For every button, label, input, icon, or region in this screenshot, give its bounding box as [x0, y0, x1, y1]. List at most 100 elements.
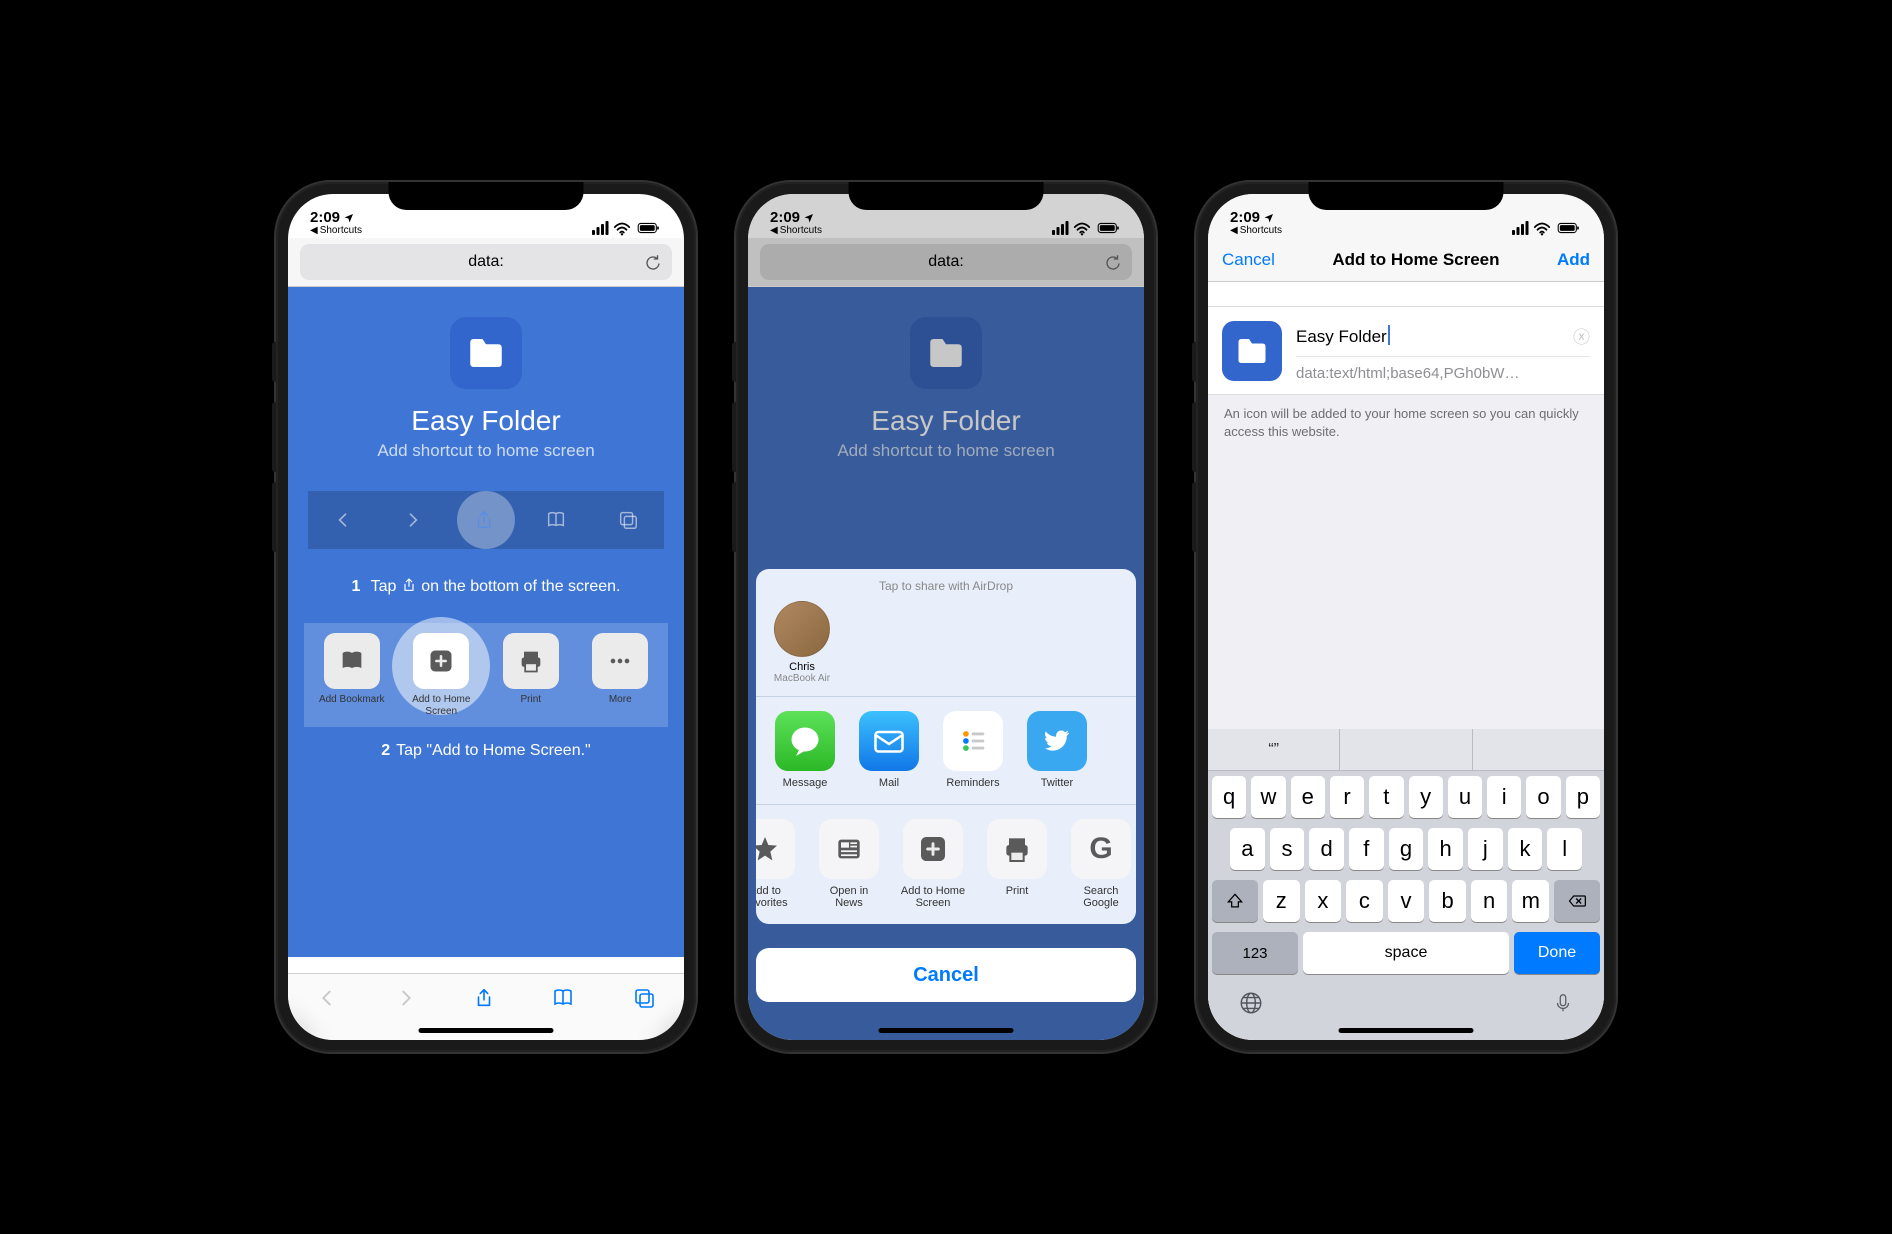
shortcut-name-input[interactable]: Easy Folder ⓧ [1296, 319, 1590, 357]
page-title: Easy Folder [748, 405, 1144, 437]
back-button[interactable] [316, 987, 338, 1009]
airdrop-contact[interactable]: Chris MacBook Air [768, 601, 836, 684]
key-m[interactable]: m [1512, 880, 1549, 922]
airdrop-section: Tap to share with AirDrop Chris MacBook … [756, 569, 1136, 697]
keyboard-suggestions[interactable]: “” [1208, 729, 1604, 771]
url-bar[interactable]: data: [300, 244, 672, 280]
key-s[interactable]: s [1270, 828, 1305, 870]
key-u[interactable]: u [1448, 776, 1482, 818]
key-j[interactable]: j [1468, 828, 1503, 870]
nav-bar: Cancel Add to Home Screen Add [1208, 238, 1604, 282]
action-news[interactable]: Open in News [816, 819, 882, 910]
key-f[interactable]: f [1349, 828, 1384, 870]
add-button[interactable]: Add [1557, 250, 1590, 270]
key-k[interactable]: k [1508, 828, 1543, 870]
home-indicator[interactable] [1339, 1028, 1474, 1033]
key-b[interactable]: b [1429, 880, 1466, 922]
nav-title: Add to Home Screen [1332, 250, 1499, 270]
url-bar[interactable]: data: [760, 244, 1132, 280]
dictation-button[interactable] [1552, 990, 1574, 1016]
toolbar-preview [308, 491, 664, 549]
key-g[interactable]: g [1389, 828, 1424, 870]
action-google[interactable]: G Search Google [1068, 819, 1134, 910]
forward-icon [403, 510, 423, 530]
share-twitter[interactable]: Twitter [1024, 711, 1090, 790]
key-e[interactable]: e [1291, 776, 1325, 818]
key-v[interactable]: v [1388, 880, 1425, 922]
reminders-icon [943, 711, 1003, 771]
key-w[interactable]: w [1251, 776, 1285, 818]
action-favorites[interactable]: Add to Favorites [756, 819, 798, 910]
action-add-home[interactable]: Add to Home Screen [900, 819, 966, 910]
key-123[interactable]: 123 [1212, 932, 1298, 974]
page-subtitle: Add shortcut to home screen [748, 441, 1144, 461]
reload-icon[interactable] [1104, 253, 1122, 271]
help-text: An icon will be added to your home scree… [1208, 395, 1604, 451]
status-time: 2:09 [310, 210, 340, 225]
back-to-app[interactable]: ◀ Shortcuts [770, 226, 822, 236]
key-shift[interactable] [1212, 880, 1258, 922]
back-to-app[interactable]: ◀ Shortcuts [310, 226, 362, 236]
folder-app-icon [910, 317, 982, 389]
key-n[interactable]: n [1471, 880, 1508, 922]
plus-icon [427, 647, 455, 675]
signal-icon [591, 221, 609, 235]
key-p[interactable]: p [1566, 776, 1600, 818]
key-c[interactable]: c [1346, 880, 1383, 922]
cancel-button[interactable]: Cancel [756, 948, 1136, 1002]
key-r[interactable]: r [1330, 776, 1364, 818]
emoji-globe-button[interactable] [1238, 990, 1264, 1016]
key-space[interactable]: space [1303, 932, 1509, 974]
key-backspace[interactable] [1554, 880, 1600, 922]
location-icon [343, 212, 355, 224]
print-action: Print [489, 633, 573, 717]
share-button[interactable] [473, 986, 495, 1010]
battery-icon [635, 221, 662, 235]
key-x[interactable]: x [1305, 880, 1342, 922]
share-message[interactable]: Message [772, 711, 838, 790]
forward-button[interactable] [395, 987, 417, 1009]
key-t[interactable]: t [1369, 776, 1403, 818]
add-to-home-action: Add to Home Screen [400, 633, 484, 717]
contact-name: Chris [768, 661, 836, 673]
key-y[interactable]: y [1409, 776, 1443, 818]
share-reminders[interactable]: Reminders [940, 711, 1006, 790]
battery-icon [1095, 221, 1122, 235]
keyboard: “” qwertyuiop asdfghjkl zxcvbnm 123 spac… [1208, 729, 1604, 1040]
notch [1309, 182, 1504, 210]
tabs-button[interactable] [632, 986, 656, 1010]
reload-icon[interactable] [644, 253, 662, 271]
bookmark-icon [338, 647, 366, 675]
clear-icon[interactable]: ⓧ [1573, 323, 1590, 348]
status-time: 2:09 [770, 210, 800, 225]
battery-icon [1555, 221, 1582, 235]
home-indicator[interactable] [879, 1028, 1014, 1033]
wifi-icon [613, 220, 631, 236]
key-d[interactable]: d [1309, 828, 1344, 870]
share-icon [473, 509, 495, 531]
home-indicator[interactable] [419, 1028, 554, 1033]
status-time: 2:09 [1230, 210, 1260, 225]
action-print[interactable]: Print [984, 819, 1050, 910]
add-bookmark-action: Add Bookmark [310, 633, 394, 717]
cancel-button[interactable]: Cancel [1222, 250, 1275, 270]
key-q[interactable]: q [1212, 776, 1246, 818]
key-o[interactable]: o [1526, 776, 1560, 818]
bookmarks-button[interactable] [551, 986, 575, 1010]
key-h[interactable]: h [1428, 828, 1463, 870]
key-z[interactable]: z [1263, 880, 1300, 922]
tabs-icon [617, 509, 639, 531]
key-i[interactable]: i [1487, 776, 1521, 818]
page-subtitle: Add shortcut to home screen [288, 441, 684, 461]
share-apps-row: Message Mail Reminders Twitter [756, 697, 1136, 805]
key-done[interactable]: Done [1514, 932, 1600, 974]
share-actions-row: Add to Favorites Open in News Add to Hom… [756, 805, 1136, 924]
key-l[interactable]: l [1547, 828, 1582, 870]
more-icon [606, 647, 634, 675]
key-a[interactable]: a [1230, 828, 1265, 870]
step-1: 1 Tap on the bottom of the screen. [288, 575, 684, 599]
share-mail[interactable]: Mail [856, 711, 922, 790]
back-to-app[interactable]: ◀ Shortcuts [1230, 226, 1282, 236]
signal-icon [1511, 221, 1529, 235]
page-title: Easy Folder [288, 405, 684, 437]
